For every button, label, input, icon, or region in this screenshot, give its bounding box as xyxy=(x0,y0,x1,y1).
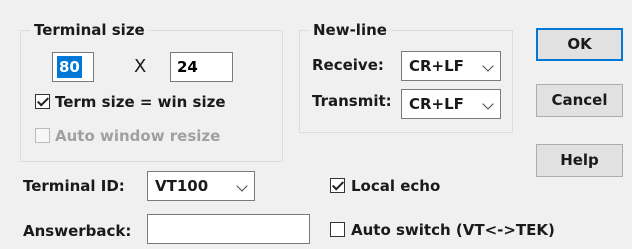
cancel-button[interactable]: Cancel xyxy=(536,84,623,117)
term-size-win-size-label[interactable]: Term size = win size xyxy=(55,92,226,112)
local-echo-checkbox[interactable] xyxy=(330,178,345,193)
terminal-rows-input[interactable]: 24 xyxy=(170,52,233,82)
terminal-cols-value: 80 xyxy=(57,56,82,78)
transmit-select[interactable]: CR+LF xyxy=(401,89,501,119)
local-echo-label[interactable]: Local echo xyxy=(351,176,440,196)
help-button[interactable]: Help xyxy=(536,144,623,177)
chevron-down-icon xyxy=(236,180,248,192)
auto-switch-label[interactable]: Auto switch (VT<->TEK) xyxy=(351,220,555,240)
answerback-input[interactable] xyxy=(147,214,310,244)
auto-window-resize-checkbox xyxy=(35,128,50,143)
receive-label: Receive: xyxy=(312,56,384,74)
receive-value: CR+LF xyxy=(409,57,464,75)
terminal-id-value: VT100 xyxy=(155,177,209,195)
terminal-cols-input[interactable]: 80 xyxy=(52,52,94,82)
new-line-title: New-line xyxy=(309,20,391,40)
terminal-id-select[interactable]: VT100 xyxy=(147,171,255,201)
auto-window-resize-label: Auto window resize xyxy=(55,127,221,145)
answerback-label: Answerback: xyxy=(23,222,132,240)
transmit-value: CR+LF xyxy=(409,95,464,113)
terminal-id-label: Terminal ID: xyxy=(23,177,125,195)
auto-switch-checkbox[interactable] xyxy=(330,222,345,237)
receive-select[interactable]: CR+LF xyxy=(401,51,501,81)
size-times-separator: X xyxy=(134,56,147,77)
term-size-win-size-checkbox[interactable] xyxy=(35,94,50,109)
transmit-label: Transmit: xyxy=(312,92,392,110)
chevron-down-icon xyxy=(482,60,494,72)
terminal-size-title: Terminal size xyxy=(30,20,149,40)
chevron-down-icon xyxy=(482,98,494,110)
ok-button[interactable]: OK xyxy=(536,28,623,61)
